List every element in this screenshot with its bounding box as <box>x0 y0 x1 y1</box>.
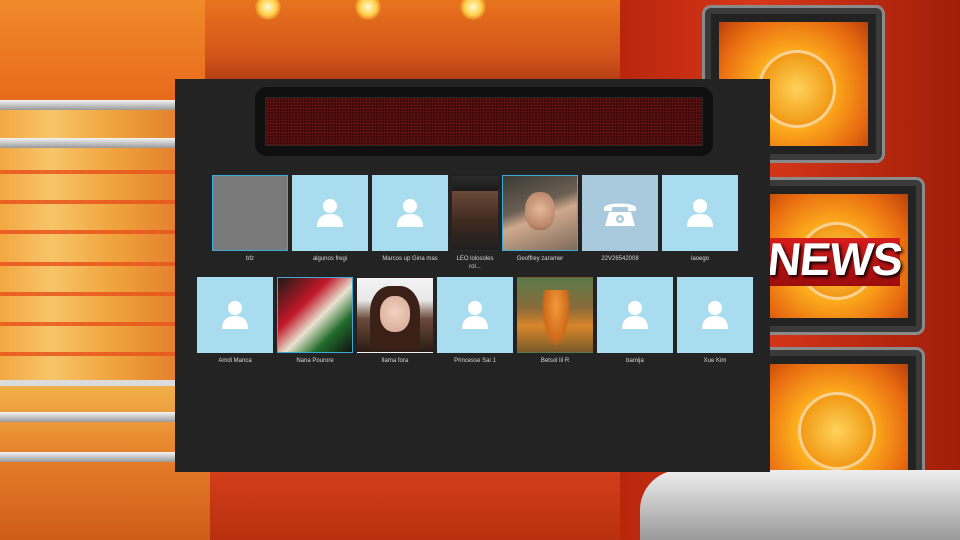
contact-name: 22V26542008 <box>601 256 639 262</box>
contact-name: Betsol lil R <box>540 358 570 364</box>
contact-name: Princesse Sai 1 <box>454 358 496 364</box>
contact-name: laoego <box>690 256 710 262</box>
person-icon <box>687 199 713 227</box>
pillar-stripe <box>0 200 200 204</box>
contact-avatar[interactable] <box>212 175 288 251</box>
face-photo <box>525 192 555 230</box>
contact-item[interactable]: bamija <box>597 277 673 365</box>
contact-name: bamija <box>626 358 644 364</box>
contact-avatar[interactable] <box>677 277 753 353</box>
pillar-stripe <box>0 262 200 266</box>
contact-avatar[interactable] <box>292 175 368 251</box>
contact-avatar[interactable] <box>597 277 673 353</box>
contact-item[interactable]: algunos fregi <box>292 175 368 271</box>
contact-name: bfz <box>245 256 254 262</box>
contact-picker-panel: bfz algunos fregi Marcos up Gina mas LEO… <box>175 79 770 472</box>
contact-name: Geoffrey zaramer <box>516 256 564 262</box>
led-ticker <box>255 87 713 156</box>
contact-avatar[interactable] <box>437 277 513 353</box>
contact-item[interactable]: Marcos up Gina mas <box>372 175 448 271</box>
contact-photo[interactable] <box>452 175 498 251</box>
contact-name: Nana Pourore <box>296 358 334 364</box>
pillar-stripe <box>0 230 200 234</box>
person-icon <box>222 301 248 329</box>
contact-avatar[interactable] <box>662 175 738 251</box>
person-icon <box>397 199 423 227</box>
contact-photo[interactable] <box>517 277 593 353</box>
contact-item[interactable]: 22V26542008 <box>582 175 658 271</box>
person-icon <box>702 301 728 329</box>
contact-avatar[interactable] <box>372 175 448 251</box>
contact-photo[interactable] <box>502 175 578 251</box>
contact-item[interactable]: Nana Pourore <box>277 277 353 365</box>
contact-item[interactable]: Xue Kim <box>677 277 753 365</box>
contact-item[interactable]: Geoffrey zaramer <box>502 175 578 271</box>
contact-item[interactable]: Amdi Manca <box>197 277 273 365</box>
contact-photo[interactable] <box>357 277 433 353</box>
contact-avatar[interactable] <box>197 277 273 353</box>
contact-item[interactable]: laoego <box>662 175 738 271</box>
contact-name: Xue Kim <box>703 358 727 364</box>
contact-name: llama fora <box>381 358 409 364</box>
person-icon <box>317 199 343 227</box>
contact-row-2: Amdi Manca Nana Pourore llama fora Princ… <box>197 277 792 365</box>
face-photo <box>380 296 410 332</box>
contact-item[interactable]: LEO lolosoles rol... <box>452 175 498 271</box>
pillar-stripe <box>0 352 200 356</box>
person-icon <box>622 301 648 329</box>
contact-name: algunos fregi <box>312 256 348 262</box>
contact-row-1: bfz algunos fregi Marcos up Gina mas LEO… <box>212 175 807 271</box>
contact-photo[interactable] <box>277 277 353 353</box>
telephone-icon <box>604 203 636 226</box>
fox-photo <box>542 290 570 346</box>
pillar-stripe <box>0 322 200 326</box>
led-ticker-display <box>265 97 703 146</box>
contact-name: LEO lolosoles rol... <box>456 256 494 270</box>
contact-item[interactable]: bfz <box>212 175 288 271</box>
contact-item[interactable]: Betsol lil R <box>517 277 593 365</box>
person-icon <box>462 301 488 329</box>
contact-name: Amdi Manca <box>218 358 252 364</box>
contact-avatar[interactable] <box>582 175 658 251</box>
contact-name: Marcos up Gina mas <box>382 256 438 262</box>
pillar-stripe <box>0 170 200 174</box>
contact-item[interactable]: llama fora <box>357 277 433 365</box>
contact-item[interactable]: Princesse Sai 1 <box>437 277 513 365</box>
studio-desk <box>640 470 960 540</box>
pillar-stripe <box>0 292 200 296</box>
